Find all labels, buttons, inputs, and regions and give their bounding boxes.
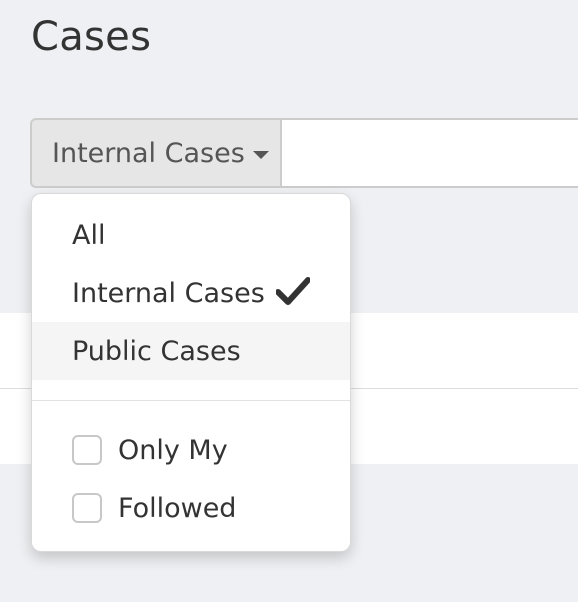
cases-page: Cases Internal Cases All Internal Cases … — [0, 0, 578, 602]
filter-toggle-label: Internal Cases — [52, 137, 245, 169]
filter-dropdown-menu: All Internal Cases Public Cases Only My … — [31, 193, 351, 552]
menu-item-public-cases[interactable]: Public Cases — [32, 322, 350, 380]
filter-bar: Internal Cases — [30, 118, 578, 188]
checkbox-label: Followed — [118, 492, 237, 524]
search-input[interactable] — [280, 118, 578, 188]
caret-down-icon — [252, 151, 269, 159]
page-title: Cases — [31, 14, 152, 60]
menu-checkbox-only-my[interactable]: Only My — [32, 421, 350, 479]
menu-divider — [32, 400, 350, 401]
menu-checkbox-followed[interactable]: Followed — [32, 479, 350, 537]
only-my-checkbox[interactable] — [72, 435, 102, 465]
menu-item-internal-cases[interactable]: Internal Cases — [32, 264, 350, 322]
filter-dropdown-toggle[interactable]: Internal Cases — [30, 118, 282, 188]
menu-item-label: Public Cases — [72, 335, 241, 367]
followed-checkbox[interactable] — [72, 493, 102, 523]
checkmark-icon — [276, 277, 310, 305]
checkbox-label: Only My — [118, 434, 228, 466]
menu-item-label: All — [72, 219, 106, 251]
menu-item-all[interactable]: All — [32, 206, 350, 264]
menu-item-label: Internal Cases — [72, 277, 265, 309]
